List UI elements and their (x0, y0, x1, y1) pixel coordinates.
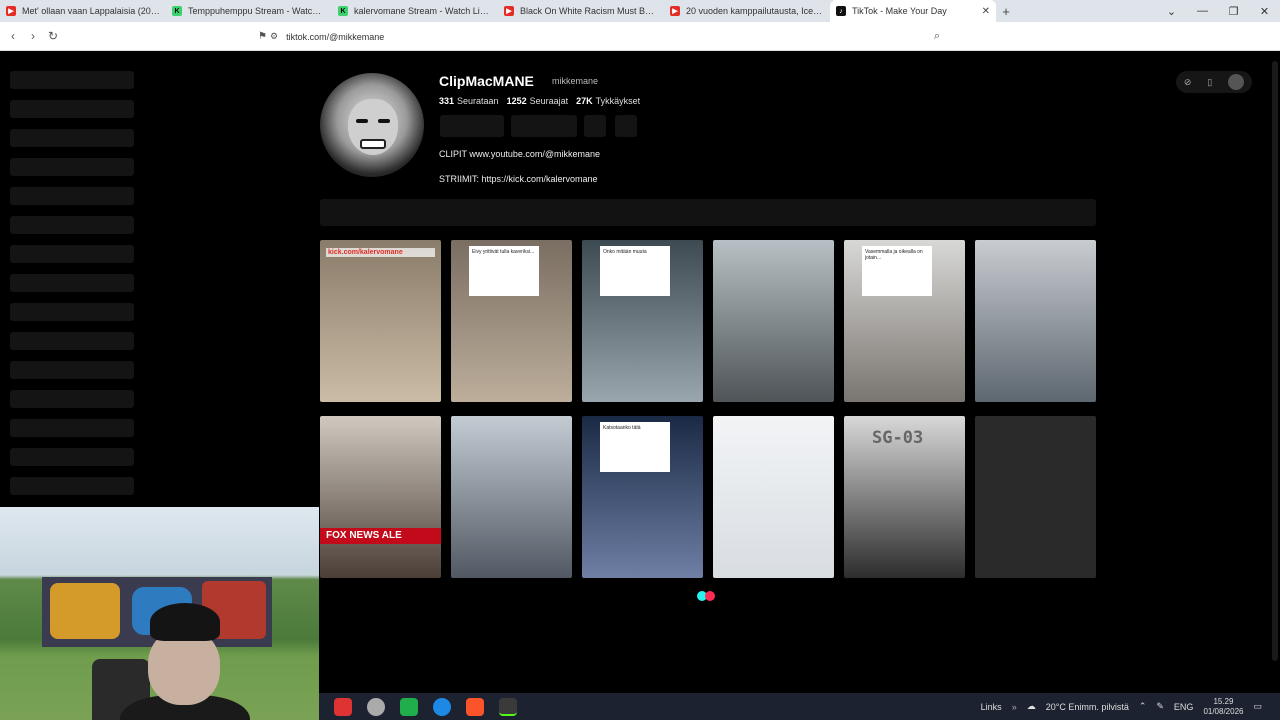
sidebar-loading (10, 71, 134, 506)
yt-favicon-icon: ▶ (504, 6, 514, 16)
video-caption: Onko mitään muuta (600, 246, 670, 296)
bio-line-1: CLIPIT www.youtube.com/@mikkemane (439, 149, 601, 159)
browser-tab[interactable]: ▶ Met' ollaan vaan Lappalaisia (2007) · (0, 0, 166, 22)
minimize-icon[interactable]: — (1187, 5, 1218, 18)
profile-avatar[interactable] (320, 73, 424, 177)
followers-stat[interactable]: 1252 Seuraajat (507, 96, 569, 106)
video-caption: kick.com/kalervomane (326, 248, 435, 257)
video-thumbnail[interactable]: FOX NEWS ALE (320, 416, 441, 578)
bio-line-2: STRIIMIT: https://kick.com/kalervomane (439, 174, 598, 184)
site-info-icon[interactable]: ⚙ (270, 31, 278, 42)
page-scrollbar[interactable] (1272, 61, 1278, 661)
back-icon[interactable]: ‹ (3, 29, 23, 43)
video-caption: Katsotaanko tätä (600, 422, 670, 472)
kick-favicon-icon: K (338, 6, 348, 16)
profile-handle: mikkemane (552, 76, 599, 86)
new-tab-button[interactable]: + (996, 4, 1016, 19)
window-controls: ⌄ — ❐ ✕ (1156, 5, 1280, 18)
video-thumbnail[interactable]: Vasemmalla ja oikealla on jotain... (844, 240, 965, 402)
browser-tab[interactable]: K Temppuhemppu Stream - Watch Live (166, 0, 332, 22)
url-text: tiktok.com/@mikkemane (286, 31, 385, 42)
video-caption: FOX NEWS ALE (320, 528, 441, 544)
clock[interactable]: 15.29 01/08/2026 (1203, 697, 1243, 717)
video-thumbnail[interactable] (713, 416, 834, 578)
tray-up-icon[interactable]: ⌃ (1139, 701, 1147, 712)
tab-title: Temppuhemppu Stream - Watch Live (188, 6, 326, 16)
tab-title: Met' ollaan vaan Lappalaisia (2007) · (22, 6, 160, 16)
yt-favicon-icon: ▶ (6, 6, 16, 16)
notification-icon[interactable]: ▭ (1253, 701, 1262, 712)
user-avatar[interactable] (1228, 74, 1245, 90)
edge-icon[interactable] (433, 697, 451, 716)
video-thumbnail[interactable]: Katsotaanko tätä (582, 416, 703, 578)
system-tray: Links » ☁ 20°C Enimm. pilvistä ⌃ ✎ ENG 1… (981, 693, 1280, 720)
video-caption: Eivy yrittivät tulla kaveriksi... (469, 246, 539, 296)
tab-title: TikTok - Make Your Day (852, 6, 947, 16)
browser-tab-bar: ▶ Met' ollaan vaan Lappalaisia (2007) · K T… (0, 0, 1280, 22)
yt-favicon-icon: ▶ (670, 6, 680, 16)
video-thumbnail[interactable] (975, 240, 1096, 402)
url-field[interactable]: ⚑ ⚙ tiktok.com/@mikkemane ⌕ (258, 26, 970, 47)
browser-tab[interactable]: ▶ 20 vuoden kamppailutausta, Ice Cage (664, 0, 830, 22)
chevron-icon[interactable]: » (1012, 702, 1017, 712)
close-window-icon[interactable]: ✕ (1249, 5, 1280, 18)
loader-dot-pink (705, 591, 715, 601)
address-bar: ‹ › ↻ ⚑ ⚙ tiktok.com/@mikkemane ⌕ ◆ ▲ ♫ … (0, 22, 1280, 63)
following-stat[interactable]: 331 Seurataan (439, 96, 499, 106)
windows-taskbar: Links » ☁ 20°C Enimm. pilvistä ⌃ ✎ ENG 1… (319, 693, 1280, 720)
likes-stat: 27K Tykkäykset (576, 96, 641, 106)
tab-title: kalervomane Stream - Watch Live on (354, 6, 492, 16)
language-indicator[interactable]: ENG (1174, 702, 1194, 712)
kick-favicon-icon: K (172, 6, 182, 16)
tt-favicon-icon: ♪ (836, 6, 846, 16)
settings-icon[interactable] (367, 697, 385, 716)
profile-stats: 331 Seurataan 1252 Seuraajat 27K Tykkäykset (439, 96, 640, 106)
zoom-icon[interactable]: ⌕ (934, 30, 940, 43)
reload-icon[interactable]: ↻ (43, 29, 63, 43)
browser-tab[interactable]: ♪ TikTok - Make Your Day ✕ (830, 0, 996, 22)
weather-icon: ☁ (1026, 701, 1036, 711)
video-thumbnail[interactable]: Eivy yrittivät tulla kaveriksi... (451, 240, 572, 402)
friend-button-loading[interactable] (584, 115, 606, 137)
phone-link-icon[interactable] (400, 697, 418, 716)
brave-icon[interactable] (466, 697, 484, 716)
browser-tab[interactable]: ▶ Black On White Racism Must Be STO (498, 0, 664, 22)
pen-icon[interactable]: ✎ (1156, 701, 1164, 712)
tab-title: Black On White Racism Must Be STO (520, 6, 658, 16)
follow-button-loading[interactable] (440, 115, 504, 137)
forward-icon[interactable]: › (23, 29, 43, 43)
streamer (120, 603, 250, 720)
video-grid: kick.com/kalervomane Eivy yrittivät tulla… (320, 240, 1096, 578)
weather-text[interactable]: 20°C Enimm. pilvistä (1046, 702, 1129, 712)
device-icon[interactable]: ▯ (1207, 77, 1212, 88)
video-thumbnail[interactable] (713, 240, 834, 402)
tab-search-icon[interactable]: ⌄ (1156, 5, 1187, 18)
bookmark-icon[interactable]: ⚑ (258, 31, 267, 42)
kick-icon[interactable] (499, 697, 517, 716)
browser-tab[interactable]: Kkalervomane Stream - Watch Live on (332, 0, 498, 22)
restore-icon[interactable]: ❐ (1218, 5, 1249, 18)
video-caption: Vasemmalla ja oikealla on jotain... (862, 246, 932, 296)
video-thumbnail[interactable] (451, 416, 572, 578)
message-button-loading[interactable] (511, 115, 577, 137)
tab-title: 20 vuoden kamppailutausta, Ice Cage (686, 6, 824, 16)
tab-strip: ▶ Met' ollaan vaan Lappalaisia (2007) · K T… (0, 0, 996, 22)
video-thumbnail[interactable]: Onko mitään muuta (582, 240, 703, 402)
top-right-actions: ⊘ ▯ (1176, 71, 1252, 93)
links-toolbar[interactable]: Links (981, 702, 1002, 712)
close-tab-icon[interactable]: ✕ (982, 6, 990, 17)
video-thumbnail[interactable]: kick.com/kalervomane (320, 240, 441, 402)
loading-indicator (697, 591, 715, 601)
video-thumbnail[interactable]: SG-03 (844, 416, 965, 578)
chrome-icon[interactable] (334, 697, 352, 716)
coins-icon[interactable]: ⊘ (1184, 77, 1192, 88)
profile-display-name: ClipMacMANE (439, 73, 534, 89)
profile-tabs-loading (320, 199, 1096, 226)
video-thumbnail[interactable] (975, 416, 1096, 578)
more-button-loading[interactable] (615, 115, 637, 137)
video-caption: SG-03 (872, 428, 924, 448)
webcam-overlay (0, 507, 319, 720)
